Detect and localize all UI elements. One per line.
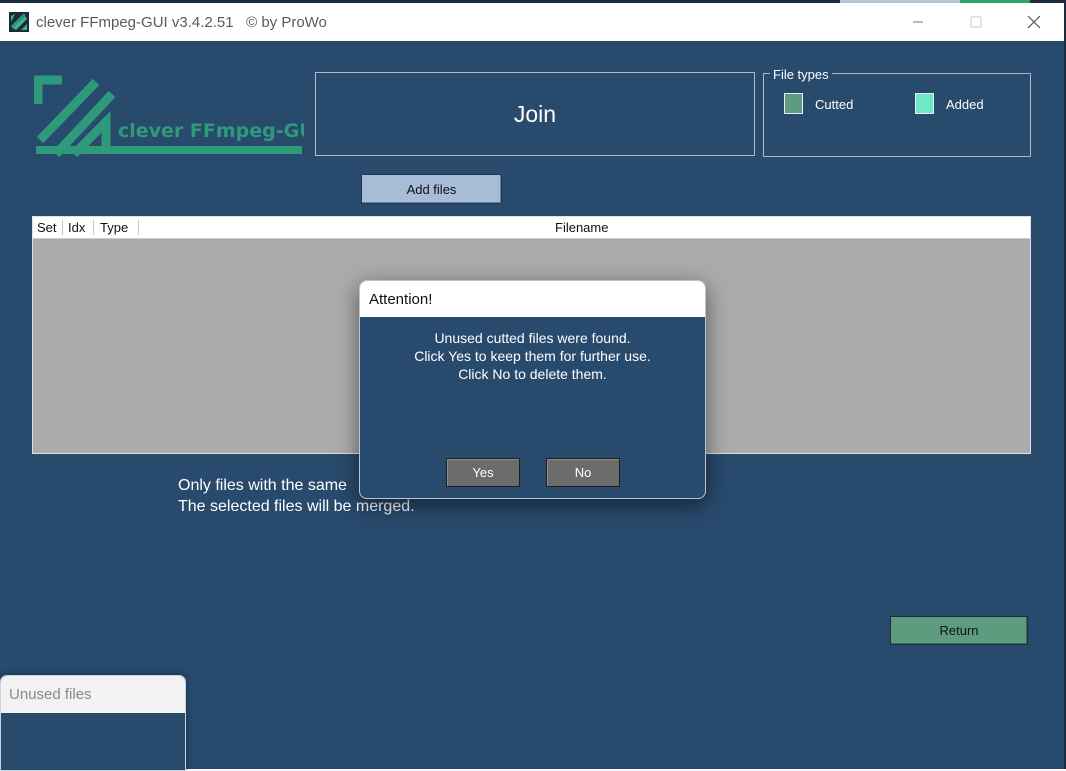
minimize-icon [913,21,923,23]
column-header-filename[interactable]: Filename [555,217,608,238]
added-swatch [915,93,934,114]
yes-button[interactable]: Yes [446,458,520,487]
file-types-legend: File types [770,67,832,82]
added-label: Added [946,97,984,112]
table-header: Set Idx Type Filename [33,217,1030,239]
add-files-button[interactable]: Add files [361,174,502,204]
close-icon [1027,15,1041,29]
column-header-idx[interactable]: Idx [68,217,85,238]
window-title: clever FFmpeg-GUI v3.4.2.51 © by ProWo [36,14,327,31]
return-button[interactable]: Return [890,616,1028,645]
app-logo: clever FFmpeg-GUI [34,75,304,158]
maximize-button[interactable] [947,3,1005,41]
cutted-label: Cutted [815,97,854,112]
app-window: clever FFmpeg-GUI v3.4.2.51 © by ProWo c… [0,3,1066,769]
mode-title: Join [513,100,557,127]
title-bar: clever FFmpeg-GUI v3.4.2.51 © by ProWo [0,3,1064,41]
file-types-group: File types Cutted Added [763,67,1031,157]
mode-title-box: Join [315,72,755,156]
dialog-title: Attention! [369,291,433,308]
cutted-swatch [784,93,803,114]
close-button[interactable] [1005,3,1063,41]
dialog-message-line-3: Click No to delete them. [458,366,607,382]
column-header-set[interactable]: Set [37,217,57,238]
dialog-message: Unused cutted files were found. Click Ye… [360,329,705,383]
dialog-message-line-2: Click Yes to keep them for further use. [414,348,651,364]
app-icon [9,12,29,32]
unused-files-title: Unused files [1,676,185,713]
column-header-type[interactable]: Type [100,217,128,238]
unused-files-panel: Unused files [0,675,186,771]
info-line-2: The selected files will be merged. [178,498,415,515]
dialog-message-line-1: Unused cutted files were found. [434,330,631,346]
dialog-header: Attention! [360,281,705,317]
maximize-icon [970,16,982,28]
no-button[interactable]: No [546,458,620,487]
attention-dialog: Attention! Unused cutted files were foun… [359,280,706,499]
logo-text: clever FFmpeg-GUI [118,120,304,142]
minimize-button[interactable] [889,3,947,41]
